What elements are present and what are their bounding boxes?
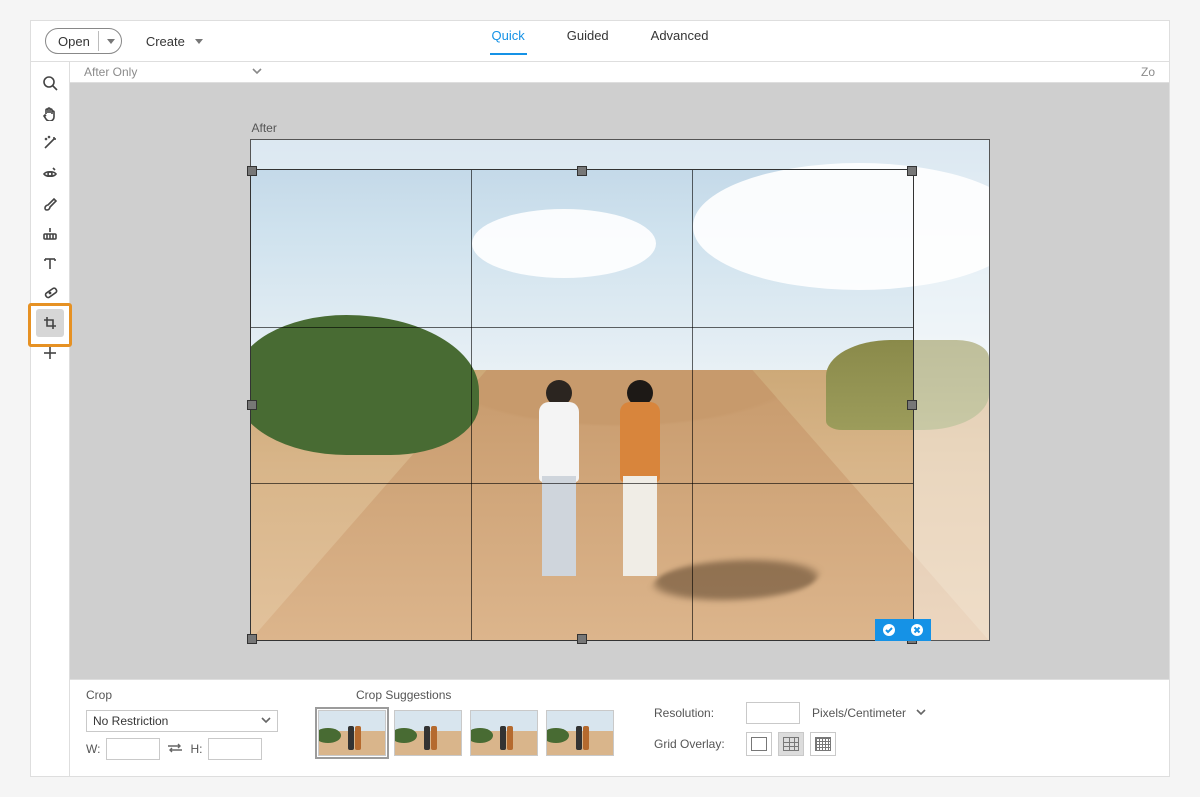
text-icon [42, 255, 58, 271]
chevron-down-icon [916, 706, 926, 720]
width-input[interactable] [106, 738, 160, 760]
body-row: After Only Zo After [31, 62, 1169, 776]
quick-select-tool[interactable] [36, 129, 64, 157]
canvas-stage: After [70, 83, 1169, 679]
suggestions-label: Crop Suggestions [356, 688, 614, 702]
spot-heal-tool[interactable] [36, 279, 64, 307]
main-area: After Only Zo After [70, 62, 1169, 776]
hand-icon [42, 105, 58, 121]
chevron-down-icon [252, 65, 262, 79]
view-mode-select[interactable]: After Only [84, 65, 262, 79]
zoom-indicator: Zo [1141, 65, 1155, 79]
crop-dim [913, 170, 989, 640]
crop-handle[interactable] [247, 166, 257, 176]
crop-handle[interactable] [247, 634, 257, 644]
close-icon [910, 623, 924, 637]
swap-icon [166, 741, 184, 755]
aspect-ratio-select[interactable]: No Restriction [86, 710, 278, 732]
plus-icon [42, 345, 58, 361]
resolution-overlay-group: Resolution: Pixels/Centimeter Grid Overl… [654, 688, 926, 756]
crop-suggestion[interactable] [470, 710, 538, 756]
crop-handle[interactable] [907, 166, 917, 176]
cancel-crop-button[interactable] [903, 619, 931, 641]
tab-quick[interactable]: Quick [490, 28, 527, 55]
check-icon [882, 623, 896, 637]
move-tool[interactable] [36, 339, 64, 367]
tool-options-bar: Crop No Restriction W: H: [70, 679, 1169, 776]
crop-handle[interactable] [907, 400, 917, 410]
grid-line [692, 170, 693, 640]
straighten-tool[interactable] [36, 219, 64, 247]
aspect-ratio-value: No Restriction [93, 714, 168, 728]
top-bar: Open Create Quick Guided Advanced [31, 21, 1169, 62]
swap-dimensions-button[interactable] [166, 741, 184, 758]
resolution-label: Resolution: [654, 706, 734, 720]
overlay-none-button[interactable] [746, 732, 772, 756]
level-icon [42, 225, 58, 241]
wand-icon [42, 135, 58, 151]
brush-icon [42, 195, 58, 211]
after-label: After [252, 121, 990, 135]
app-window: Open Create Quick Guided Advanced [30, 20, 1170, 777]
bandage-icon [42, 285, 58, 301]
divider [98, 31, 99, 51]
grid-line [251, 483, 913, 484]
canvas-wrap: After [250, 121, 990, 641]
tool-sidebar [31, 62, 70, 776]
resolution-units-select[interactable]: Pixels/Centimeter [812, 706, 926, 720]
grid-line [251, 327, 913, 328]
crop-dim [251, 140, 989, 170]
text-tool[interactable] [36, 249, 64, 277]
create-menu[interactable]: Create [146, 34, 203, 49]
search-icon [42, 75, 58, 91]
crop-ratio-group: Crop No Restriction W: H: [86, 688, 278, 760]
commit-crop-button[interactable] [875, 619, 903, 641]
eye-icon [42, 165, 58, 181]
tab-advanced[interactable]: Advanced [649, 28, 711, 55]
crop-handle[interactable] [577, 634, 587, 644]
width-height-group: W: H: [86, 738, 278, 760]
crop-suggestion[interactable] [394, 710, 462, 756]
grid-line [471, 170, 472, 640]
crop-suggestion-thumbs [318, 710, 614, 756]
zoom-tool[interactable] [36, 69, 64, 97]
view-mode-label: After Only [84, 65, 137, 79]
chevron-down-icon [107, 39, 115, 44]
crop-handle[interactable] [577, 166, 587, 176]
crop-suggestion[interactable] [546, 710, 614, 756]
crop-commit-bar [875, 619, 931, 641]
crop-section-label: Crop [86, 688, 278, 702]
crop-box[interactable] [251, 170, 913, 640]
crop-suggestions-group: Crop Suggestions [318, 688, 614, 756]
crop-handle[interactable] [247, 400, 257, 410]
crop-icon [42, 315, 58, 331]
height-input[interactable] [208, 738, 262, 760]
open-button[interactable]: Open [45, 28, 122, 54]
crop-suggestion[interactable] [318, 710, 386, 756]
grid-overlay-label: Grid Overlay: [654, 737, 734, 751]
hand-tool[interactable] [36, 99, 64, 127]
overlay-grid-button[interactable] [810, 732, 836, 756]
chevron-down-icon [195, 39, 203, 44]
overlay-thirds-button[interactable] [778, 732, 804, 756]
open-button-label: Open [58, 34, 90, 49]
redeye-tool[interactable] [36, 159, 64, 187]
whiten-tool[interactable] [36, 189, 64, 217]
tab-guided[interactable]: Guided [565, 28, 611, 55]
width-label: W: [86, 742, 100, 756]
resolution-input[interactable] [746, 702, 800, 724]
view-bar: After Only Zo [70, 62, 1169, 83]
resolution-units-value: Pixels/Centimeter [812, 706, 906, 720]
chevron-down-icon [261, 714, 271, 728]
height-label: H: [190, 742, 202, 756]
create-menu-label: Create [146, 34, 185, 49]
image-canvas[interactable] [250, 139, 990, 641]
crop-tool[interactable] [36, 309, 64, 337]
